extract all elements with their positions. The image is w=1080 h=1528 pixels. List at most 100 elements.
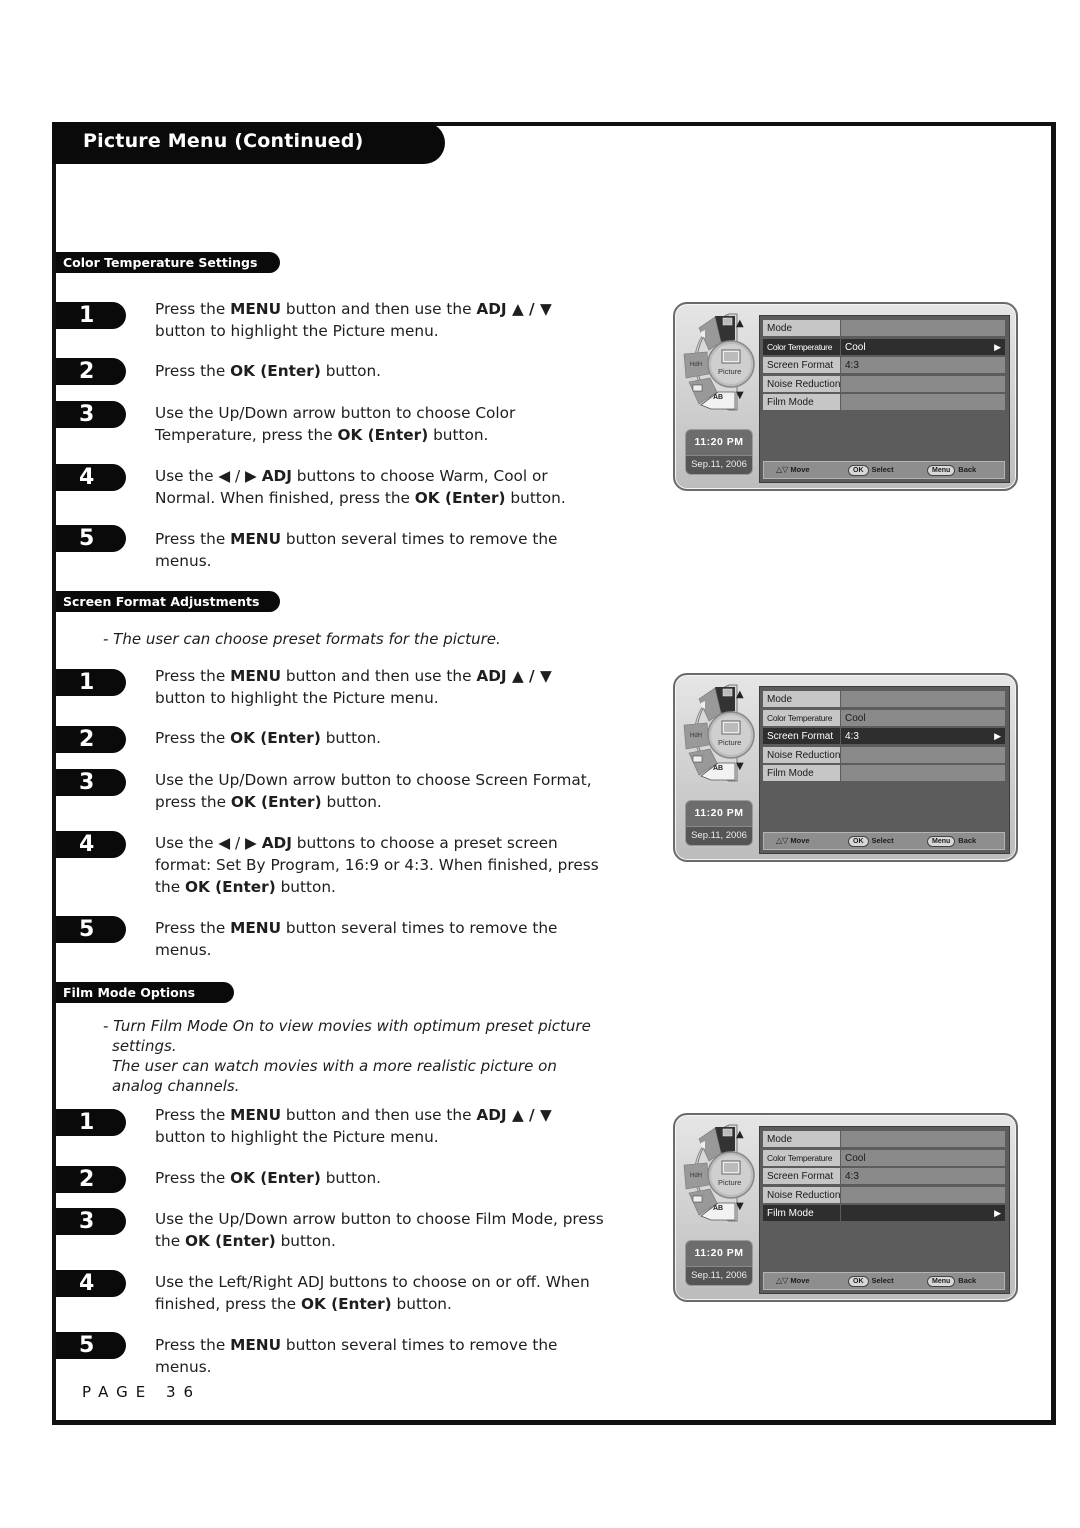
step-instruction: Use the Left/Right ADJ buttons to choose…: [155, 1273, 590, 1313]
menu-item-label: Screen Format: [763, 1168, 840, 1184]
menu-footer: △▽ Move OK Select Menu Back: [763, 461, 1005, 479]
menu-item[interactable]: Color Temperature Cool: [763, 338, 1005, 356]
page-title-bar: Picture Menu (Continued): [52, 122, 445, 164]
menu-item-value: Cool: [841, 338, 1005, 356]
menu-item-value: 4:3: [841, 357, 1005, 373]
menu-item-label: Film Mode: [763, 1205, 840, 1221]
menu-item-value: [841, 320, 1005, 336]
picture-menu-label: Picture: [718, 367, 742, 376]
menu-item-label: Film Mode: [763, 765, 840, 781]
back-hint: Menu Back: [927, 1276, 976, 1287]
step-number-badge: 3: [56, 401, 126, 428]
select-hint: OK Select: [848, 1276, 894, 1287]
step-number-badge: 1: [56, 302, 126, 329]
clock-time: 11:20 PM: [694, 807, 744, 819]
step-instruction: Use the Up/Down arrow button to choose C…: [155, 404, 516, 444]
step-number-badge: 1: [56, 1109, 126, 1136]
move-hint: △▽ Move: [776, 1276, 810, 1285]
clock-time: 11:20 PM: [694, 1247, 744, 1259]
menu-item-value: [841, 394, 1005, 410]
down-arrow-icon: ▼: [736, 390, 744, 401]
up-arrow-icon: ▲: [736, 1129, 744, 1140]
step-instruction: Press the OK (Enter) button.: [155, 362, 382, 380]
menu-item-value: 4:3: [841, 728, 1005, 745]
select-hint: OK Select: [848, 836, 894, 847]
menu-item-value: [841, 375, 1005, 392]
tv-menu-screenshot: HdH Picture AB ▲ ▼ 11:20 PM Sep.11, 2006 Mode C…: [673, 1113, 1018, 1302]
menu-item[interactable]: Film Mode: [763, 1205, 1005, 1222]
menu-item[interactable]: Mode: [763, 1131, 1005, 1147]
menu-item[interactable]: Mode: [763, 691, 1005, 707]
menu-item-label: Color Temperature: [763, 338, 840, 355]
menu-item[interactable]: Screen Format 4:3: [763, 1168, 1005, 1184]
select-hint: OK Select: [848, 465, 894, 476]
step-number-badge: 5: [56, 916, 126, 943]
menu-item[interactable]: Color Temperature Cool: [763, 1149, 1005, 1166]
menu-item[interactable]: Screen Format 4:3: [763, 357, 1005, 373]
page-title: Picture Menu (Continued): [83, 130, 364, 152]
menu-panel: ModeColor TemperatureCoolScreen Format4:…: [759, 686, 1010, 854]
step-instruction: Press the MENU button and then use the A…: [155, 667, 552, 707]
menu-item-label: Noise Reduction: [763, 1186, 840, 1203]
menu-item-value: [841, 1205, 1005, 1222]
menu-item-label: Noise Reduction: [763, 375, 840, 392]
menu-item[interactable]: Screen Format 4:3: [763, 728, 1005, 745]
menu-item[interactable]: Noise Reduction: [763, 746, 1005, 763]
ab-icon: AB: [713, 765, 724, 772]
step-number-badge: 5: [56, 525, 126, 552]
down-arrow-icon: ▼: [736, 1201, 744, 1212]
step-instruction: Press the MENU button and then use the A…: [155, 300, 552, 340]
menu-item-value: Cool: [841, 709, 1005, 726]
menu-item-value: [841, 691, 1005, 707]
section-heading: Film Mode Options: [56, 982, 234, 1003]
menu-wheel: HdH Picture AB: [679, 683, 757, 783]
tv-menu-screenshot: HdH Picture AB ▲ ▼ 11:20 PM Sep.11, 2006 Mode C…: [673, 673, 1018, 862]
menu-panel: Mode Color TemperatureCoolScreen Format4:…: [759, 315, 1010, 483]
step-instruction: Press the OK (Enter) button.: [155, 729, 382, 747]
step-instruction: Use the ◀ / ▶ ADJ buttons to choose a pr…: [155, 834, 599, 896]
step-instruction: Press the MENU button several times to r…: [155, 1336, 558, 1376]
section-note: The user can watch movies with a more re…: [112, 1057, 557, 1095]
menu-item[interactable]: Noise Reduction: [763, 1186, 1005, 1203]
step-instruction: Press the MENU button and then use the A…: [155, 1106, 552, 1146]
svg-text:HdH: HdH: [690, 1173, 702, 1179]
picture-menu-label: Picture: [718, 738, 742, 747]
menu-item-label: Film Mode: [763, 394, 840, 410]
menu-item[interactable]: Film Mode: [763, 765, 1005, 781]
step-number-badge: 4: [56, 1270, 126, 1297]
menu-item[interactable]: Mode: [763, 320, 1005, 336]
menu-item-value: [841, 1186, 1005, 1203]
menu-item-label: Color Temperature: [763, 709, 840, 726]
step-number-badge: 2: [56, 726, 126, 753]
menu-wheel: HdH Picture AB: [679, 312, 757, 412]
ab-icon: AB: [713, 1205, 724, 1212]
clock-date: Sep.11, 2006: [686, 826, 752, 845]
menu-item-value: 4:3: [841, 1168, 1005, 1184]
section-note: - Turn Film Mode On to view movies with …: [103, 1017, 591, 1055]
ab-icon: AB: [713, 394, 724, 401]
clock-display: 11:20 PM Sep.11, 2006: [685, 429, 753, 475]
menu-footer: △▽ Move OK Select Menu Back: [763, 832, 1005, 850]
up-arrow-icon: ▲: [736, 318, 744, 329]
menu-item-value: [841, 765, 1005, 781]
svg-text:HdH: HdH: [690, 362, 702, 368]
step-instruction: Use the ◀ / ▶ ADJ buttons to choose Warm…: [155, 467, 566, 507]
menu-item-value: Cool: [841, 1149, 1005, 1166]
menu-item-label: Screen Format: [763, 728, 840, 744]
page-number: PAGE 36: [82, 1383, 202, 1401]
step-number-badge: 3: [56, 769, 126, 796]
tv-menu-screenshot: HdH Picture AB ▲ ▼ 11:20 PM Sep.11, 2006 Mode C…: [673, 302, 1018, 491]
step-number-badge: 3: [56, 1208, 126, 1235]
back-hint: Menu Back: [927, 465, 976, 476]
down-arrow-icon: ▼: [736, 761, 744, 772]
clock-date: Sep.11, 2006: [686, 1266, 752, 1285]
back-hint: Menu Back: [927, 836, 976, 847]
menu-item-label: Noise Reduction: [763, 746, 840, 763]
menu-item-label: Mode: [763, 691, 840, 707]
menu-item-value: [841, 746, 1005, 763]
step-instruction: Press the OK (Enter) button.: [155, 1169, 382, 1187]
menu-item[interactable]: Color Temperature Cool: [763, 709, 1005, 726]
menu-item[interactable]: Noise Reduction: [763, 375, 1005, 392]
menu-item[interactable]: Film Mode: [763, 394, 1005, 410]
step-instruction: Use the Up/Down arrow button to choose F…: [155, 1210, 604, 1250]
